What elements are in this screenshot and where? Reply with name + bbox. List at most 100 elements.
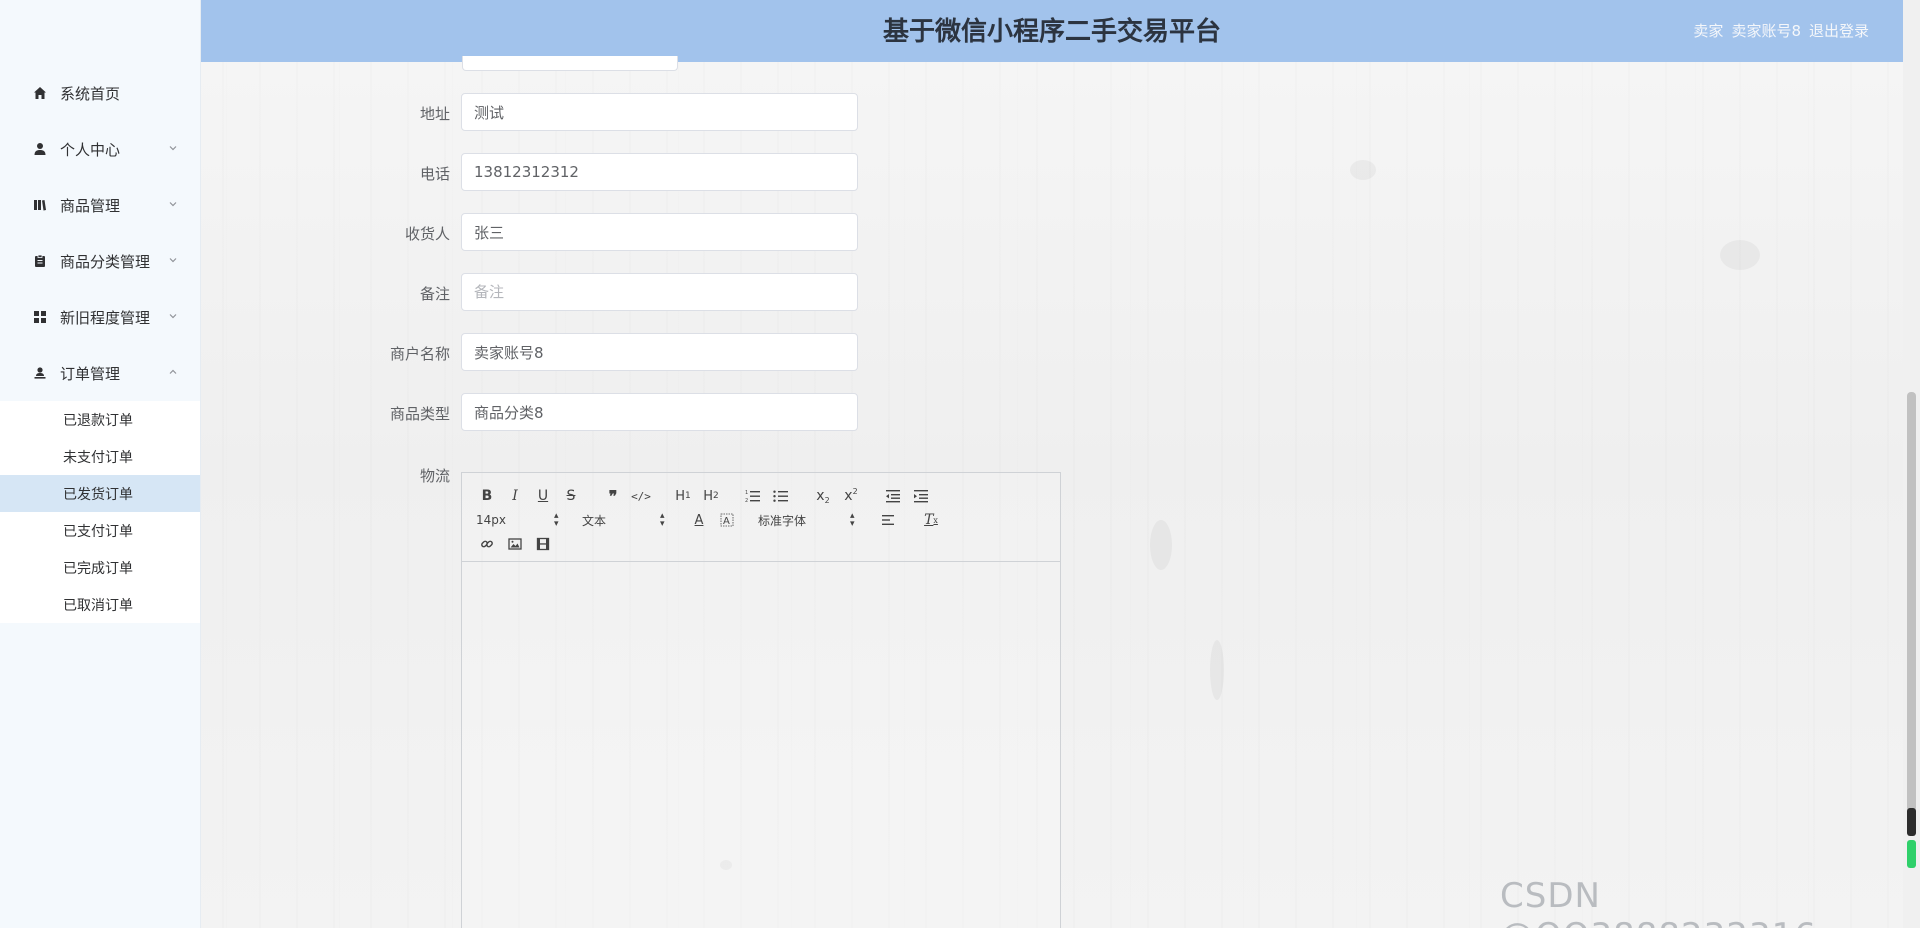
sidebar-item-label: 商品分类管理 — [60, 252, 151, 271]
scroll-indicator-dark — [1907, 808, 1916, 836]
toolbar-row-1: B I U S ❞ </> H1 H2 12 x2 x2 — [476, 485, 938, 507]
text-color-icon[interactable]: A — [688, 509, 710, 531]
chevron-down-icon — [168, 307, 178, 319]
sidebar-item-label: 个人中心 — [60, 140, 121, 159]
submenu-completed-orders[interactable]: 已完成订单 — [0, 549, 200, 586]
submenu-cancelled-orders[interactable]: 已取消订单 — [0, 586, 200, 623]
select-caret-icon: ▴ ▾ — [850, 511, 855, 529]
logout-link[interactable]: 退出登录 — [1809, 22, 1869, 40]
field-label: 商品类型 — [389, 405, 450, 423]
sidebar-item-condition[interactable]: 新旧程度管理 — [0, 289, 200, 345]
font-size-value: 14px — [476, 513, 506, 527]
sidebar-item-personal-center[interactable]: 个人中心 — [0, 121, 200, 177]
blockquote-icon[interactable]: ❞ — [602, 485, 624, 507]
superscript-icon[interactable]: x2 — [840, 485, 862, 507]
csdn-watermark: CSDN @QQ3888232316 — [1500, 876, 1816, 928]
header-value: 文本 — [582, 513, 607, 528]
field-label: 收货人 — [404, 225, 450, 243]
header-select[interactable]: 文本 ▴ ▾ — [582, 509, 668, 531]
form-row-address: 地址 — [201, 93, 901, 133]
form-row-goods-type: 商品类型 — [201, 393, 901, 433]
font-family-value: 标准字体 — [758, 513, 807, 528]
scroll-thumb[interactable] — [1907, 392, 1916, 812]
form-row-phone: 电话 — [201, 153, 901, 193]
user-name: 卖家账号8 — [1731, 22, 1801, 40]
user-icon — [32, 141, 48, 157]
font-family-select[interactable]: 标准字体 ▴ ▾ — [758, 509, 858, 531]
logistics-editor: B I U S ❞ </> H1 H2 12 x2 x2 14px ▴ ▾ 文本… — [461, 472, 1061, 928]
sidebar-item-label: 商品管理 — [60, 196, 121, 215]
indent-icon[interactable] — [910, 485, 932, 507]
submenu-paid-orders[interactable]: 已支付订单 — [0, 512, 200, 549]
select-caret-icon: ▴ ▾ — [660, 511, 665, 529]
heading-1-icon[interactable]: H1 — [672, 485, 694, 507]
form-row-remark: 备注 — [201, 273, 901, 313]
image-icon[interactable] — [504, 533, 526, 555]
home-icon — [32, 85, 48, 101]
chevron-down-icon — [168, 251, 178, 263]
address-input[interactable] — [461, 93, 858, 131]
submenu-refunded-orders[interactable]: 已退款订单 — [0, 401, 200, 438]
svg-text:2: 2 — [745, 498, 748, 503]
receiver-input[interactable] — [461, 213, 858, 251]
chevron-down-icon — [168, 195, 178, 207]
sidebar-item-goods[interactable]: 商品管理 — [0, 177, 200, 233]
clear-format-icon[interactable]: Tx — [920, 509, 942, 531]
editor-content-area[interactable] — [462, 562, 1060, 928]
underline-icon[interactable]: U — [532, 485, 554, 507]
phone-input[interactable] — [461, 153, 858, 191]
cut-off-input[interactable] — [462, 56, 678, 71]
page-scrollbar[interactable] — [1903, 0, 1920, 928]
select-caret-icon: ▴ ▾ — [554, 511, 559, 529]
user-info: 卖家 卖家账号8 退出登录 — [1685, 20, 1869, 41]
sidebar-item-home[interactable]: 系统首页 — [0, 65, 200, 121]
background-color-icon[interactable]: A — [716, 509, 738, 531]
subscript-icon[interactable]: x2 — [812, 485, 834, 507]
sidebar-item-goods-category[interactable]: 商品分类管理 — [0, 233, 200, 289]
sidebar-item-label: 订单管理 — [60, 364, 121, 383]
sidebar-item-label: 系统首页 — [60, 84, 121, 103]
sidebar: 系统首页 个人中心 商品管理 商品分类管理 新旧程度管理 订单管理 已退款订单 … — [0, 0, 201, 928]
svg-text:A: A — [723, 516, 730, 527]
goods-type-input[interactable] — [461, 393, 858, 431]
heading-2-icon[interactable]: H2 — [700, 485, 722, 507]
toolbar-row-3 — [476, 533, 560, 555]
top-header: 基于微信小程序二手交易平台 卖家 卖家账号8 退出登录 — [201, 0, 1903, 62]
sidebar-item-label: 新旧程度管理 — [60, 308, 151, 327]
book-icon — [32, 197, 48, 213]
field-label: 商户名称 — [389, 345, 450, 363]
field-label: 电话 — [419, 165, 450, 183]
strikethrough-icon[interactable]: S — [560, 485, 582, 507]
editor-toolbar: B I U S ❞ </> H1 H2 12 x2 x2 14px ▴ ▾ 文本… — [462, 473, 1060, 562]
field-label: 地址 — [419, 105, 450, 123]
font-size-select[interactable]: 14px ▴ ▾ — [476, 509, 562, 531]
merchant-input[interactable] — [461, 333, 858, 371]
user-stamp-icon — [32, 365, 48, 381]
ordered-list-icon[interactable]: 12 — [742, 485, 764, 507]
grid-icon — [32, 309, 48, 325]
svg-text:1: 1 — [745, 490, 748, 496]
user-role: 卖家 — [1693, 22, 1724, 40]
toolbar-row-2: 14px ▴ ▾ 文本 ▴ ▾ A A 标准字体 ▴ ▾ Tx — [476, 509, 948, 531]
clipboard-icon — [32, 253, 48, 269]
bold-icon[interactable]: B — [476, 485, 498, 507]
outdent-icon[interactable] — [882, 485, 904, 507]
orders-submenu: 已退款订单 未支付订单 已发货订单 已支付订单 已完成订单 已取消订单 — [0, 401, 200, 623]
sidebar-item-orders[interactable]: 订单管理 — [0, 345, 200, 401]
order-form: 地址 电话 收货人 备注 商户名称 商品类型 物流 B I U S ❞ </> — [201, 56, 1903, 928]
code-block-icon[interactable]: </> — [630, 485, 652, 507]
italic-icon[interactable]: I — [504, 485, 526, 507]
sidebar-menu: 系统首页 个人中心 商品管理 商品分类管理 新旧程度管理 订单管理 已退款订单 … — [0, 65, 200, 623]
bullet-list-icon[interactable] — [770, 485, 792, 507]
scroll-indicator-green — [1907, 840, 1916, 868]
video-icon[interactable] — [532, 533, 554, 555]
form-row-receiver: 收货人 — [201, 213, 901, 253]
form-row-merchant: 商户名称 — [201, 333, 901, 373]
submenu-shipped-orders[interactable]: 已发货订单 — [0, 475, 200, 512]
link-icon[interactable] — [476, 533, 498, 555]
logistics-label: 物流 — [419, 467, 450, 485]
submenu-unpaid-orders[interactable]: 未支付订单 — [0, 438, 200, 475]
remark-input[interactable] — [461, 273, 858, 311]
align-icon[interactable] — [878, 509, 900, 531]
app-title: 基于微信小程序二手交易平台 — [882, 17, 1221, 47]
